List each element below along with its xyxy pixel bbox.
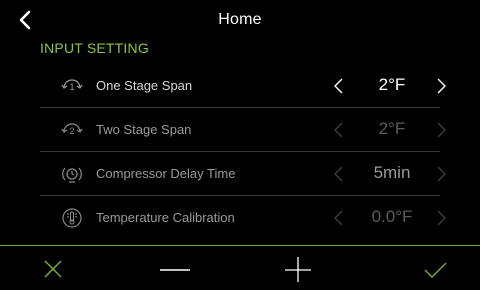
svg-text:1: 1: [69, 82, 74, 92]
setting-value: 5min: [373, 163, 411, 182]
chevron-right-icon[interactable]: [434, 209, 448, 227]
chevron-right-icon[interactable]: [434, 121, 448, 139]
setting-value: 0.0°F: [371, 207, 413, 226]
setting-label: Compressor Delay Time: [96, 166, 236, 181]
setting-row-one-stage-span[interactable]: 1 One Stage Span 2°F: [0, 64, 480, 108]
thermometer-icon: [62, 208, 82, 228]
compressor-icon: [62, 167, 82, 183]
screen: Home INPUT SETTING 1 One Stage Span 2°F: [0, 0, 480, 290]
chevron-left-icon[interactable]: [332, 121, 346, 139]
settings-list: 1 One Stage Span 2°F 2 Two Stage Span 2°…: [0, 64, 480, 240]
setting-row-compressor-delay[interactable]: Compressor Delay Time 5min: [0, 152, 480, 196]
bottom-toolbar: [0, 246, 480, 290]
setting-row-two-stage-span[interactable]: 2 Two Stage Span 2°F: [0, 108, 480, 152]
minus-icon[interactable]: [158, 256, 192, 282]
header: Home: [0, 0, 480, 40]
setting-label: Temperature Calibration: [96, 210, 235, 225]
check-icon[interactable]: [422, 256, 448, 282]
stage-one-icon: 1: [61, 79, 83, 92]
chevron-right-icon[interactable]: [434, 77, 448, 95]
page-title: Home: [218, 11, 262, 28]
plus-icon[interactable]: [285, 256, 311, 282]
setting-label: One Stage Span: [96, 78, 193, 93]
chevron-left-icon[interactable]: [332, 77, 346, 95]
section-title: INPUT SETTING: [40, 40, 149, 56]
svg-text:2: 2: [69, 126, 74, 136]
setting-value: 2°F: [378, 119, 406, 138]
setting-label: Two Stage Span: [96, 122, 192, 137]
setting-row-temperature-calibration[interactable]: Temperature Calibration 0.0°F: [0, 196, 480, 240]
chevron-left-icon[interactable]: [332, 165, 346, 183]
chevron-right-icon[interactable]: [434, 165, 448, 183]
close-icon[interactable]: [40, 256, 66, 282]
chevron-left-icon[interactable]: [332, 209, 346, 227]
setting-value: 2°F: [378, 75, 406, 94]
stage-two-icon: 2: [61, 123, 83, 136]
